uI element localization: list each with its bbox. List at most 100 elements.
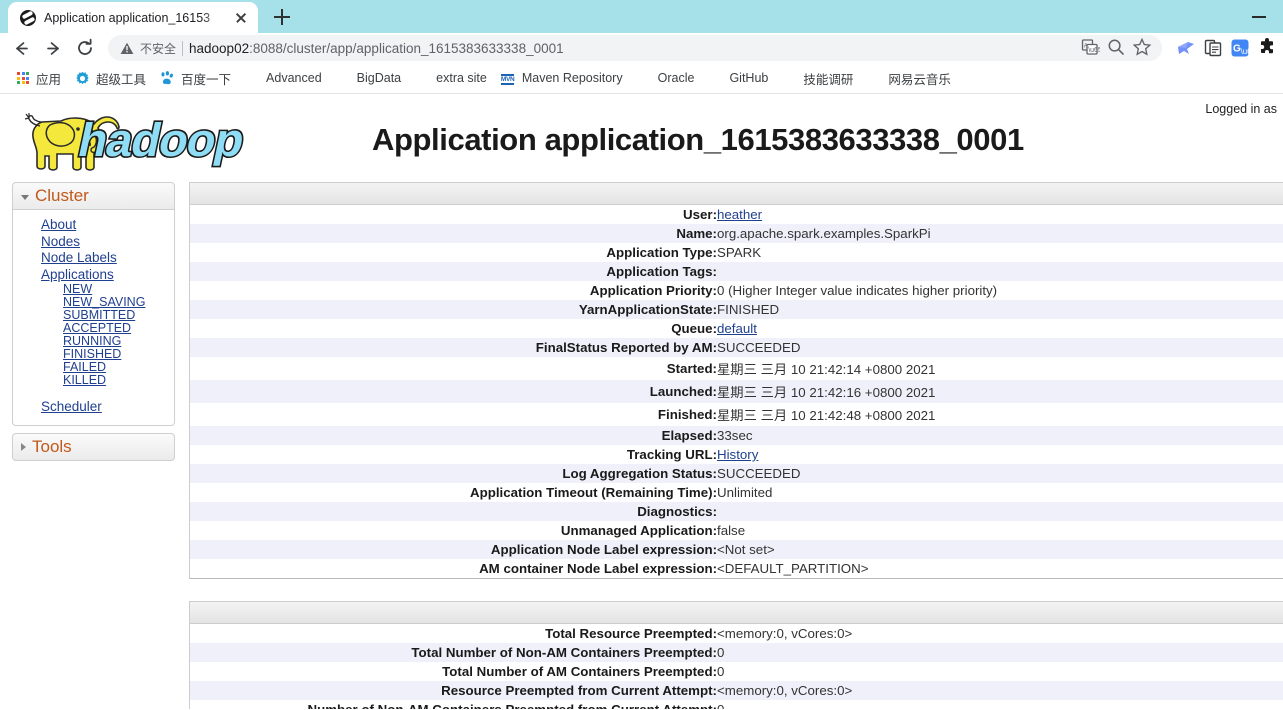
table-row: Total Resource Preempted: <memory:0, vCor…: [190, 624, 1283, 643]
reload-button[interactable]: [70, 34, 100, 62]
minimize-button[interactable]: [1237, 0, 1283, 33]
row-value: <Not set>: [717, 542, 775, 557]
divider: [182, 40, 184, 56]
row-value[interactable]: History: [717, 445, 1283, 464]
row-value[interactable]: default: [717, 319, 1283, 338]
search-icon[interactable]: [1106, 37, 1128, 59]
row-value: 0: [717, 645, 725, 660]
sidebar-item-about[interactable]: About: [13, 217, 174, 234]
table-row: Application Priority: 0 (Higher Integer v…: [190, 281, 1283, 300]
back-button[interactable]: [6, 34, 36, 62]
table-row: Resource Preempted from Current Attempt:…: [190, 681, 1283, 700]
bookmark-star-icon[interactable]: [1132, 37, 1154, 59]
row-label: YarnApplicationState:: [578, 302, 717, 317]
row-label: Number of Non-AM Containers Preempted fr…: [190, 700, 717, 709]
bookmark-apps[interactable]: 应用: [8, 66, 68, 91]
hadoop-logo[interactable]: hadoop: [0, 94, 300, 181]
row-value: SUCCEEDED: [717, 466, 801, 481]
chevron-right-icon: [21, 442, 26, 451]
chevron-down-icon: [21, 194, 29, 200]
forward-button[interactable]: [38, 34, 68, 62]
bookmark-github[interactable]: GitHub: [701, 67, 775, 89]
sidebar-item-killed[interactable]: KILLED: [13, 374, 174, 387]
sidebar-section-cluster[interactable]: Cluster: [12, 182, 175, 210]
table-row: Unmanaged Application: false: [190, 521, 1283, 540]
bookmark-skill-research[interactable]: 技能调研: [775, 66, 860, 91]
row-value: 星期三 三月 10 21:42:14 +0800 2021: [717, 362, 936, 377]
row-label: Resource Preempted from Current Attempt:: [441, 683, 717, 698]
insecure-label: 不安全: [140, 41, 177, 56]
row-label: Elapsed:: [661, 428, 717, 443]
row-label: Launched:: [649, 384, 717, 399]
baidu-paw-icon: [160, 70, 176, 86]
row-label: Log Aggregation Status:: [562, 466, 717, 481]
browser-window: Application application_16153 不安全 hadoop…: [0, 0, 1283, 710]
window-controls: [1237, 0, 1283, 33]
row-value: 33sec: [717, 428, 753, 443]
table-row: Log Aggregation Status: SUCCEEDED: [190, 464, 1283, 483]
sidebar-item-nodes[interactable]: Nodes: [13, 234, 174, 251]
bookmark-label: extra site: [436, 71, 487, 85]
bookmark-baidu[interactable]: 百度一下: [153, 66, 238, 91]
table-row: Application Tags:: [190, 262, 1283, 281]
row-label: Application Priority:: [589, 283, 717, 298]
bookmark-label: Oracle: [657, 71, 695, 85]
tab-strip: Application application_16153: [0, 0, 1283, 33]
extensions-puzzle-icon[interactable]: [1257, 38, 1277, 58]
gear-icon: [75, 70, 91, 86]
oracle-globe-icon: [637, 70, 653, 86]
row-label: Application Tags:: [606, 264, 717, 279]
sidebar-item-node-labels[interactable]: Node Labels: [13, 250, 174, 267]
sidebar-item-scheduler[interactable]: Scheduler: [13, 399, 174, 416]
url-host: hadoop02: [189, 40, 250, 56]
bookmark-bigdata[interactable]: BigData: [329, 67, 408, 89]
copy-extension-icon[interactable]: [1203, 38, 1223, 58]
row-label: Total Resource Preempted:: [545, 626, 717, 641]
row-value: 星期三 三月 10 21:42:16 +0800 2021: [717, 385, 936, 400]
new-tab-button[interactable]: [268, 3, 296, 31]
google-translate-extension-icon[interactable]: G\u6587: [1230, 38, 1266, 58]
sidebar-section-tools[interactable]: Tools: [12, 432, 175, 461]
bookmark-extra-site[interactable]: extra site: [408, 67, 494, 89]
bird-extension-icon[interactable]: [1176, 38, 1196, 58]
address-bar[interactable]: 不安全 hadoop02:8088/cluster/app/applicatio…: [108, 35, 1162, 61]
row-value-link[interactable]: heather: [717, 207, 762, 222]
bookmark-label: 网易云音乐: [888, 72, 951, 87]
table-caption: Application Overview: [190, 183, 1283, 205]
browser-tab[interactable]: Application application_16153: [8, 2, 258, 33]
row-value: false: [717, 523, 746, 538]
row-label: Started:: [666, 361, 717, 376]
sidebar-item-applications[interactable]: Applications: [13, 267, 174, 284]
row-label: Application Timeout (Remaining Time):: [470, 485, 717, 500]
bookmarks-bar: 应用 超级工具 百度一下 Advanced BigData extra site: [0, 63, 1283, 94]
bookmark-super-tools[interactable]: 超级工具: [68, 66, 153, 91]
bookmark-advanced[interactable]: Advanced: [238, 67, 329, 89]
bookmark-maven-repository[interactable]: MVN Maven Repository: [494, 67, 630, 89]
metrics-rows: Total Resource Preempted: <memory:0, vCor…: [190, 624, 1283, 709]
close-icon[interactable]: [232, 9, 250, 27]
table-row: Application Timeout (Remaining Time): Unl…: [190, 483, 1283, 502]
bookmark-label: 技能调研: [803, 72, 854, 87]
row-value-link[interactable]: History: [717, 447, 758, 462]
row-value: <memory:0, vCores:0>: [717, 683, 853, 698]
row-label: Total Number of AM Containers Preempted:: [442, 664, 717, 679]
table-row: Elapsed: 33sec: [190, 426, 1283, 445]
bookmark-label: Advanced: [266, 71, 322, 85]
bookmark-netease-music[interactable]: 网易云音乐: [860, 66, 958, 91]
yarn-resourcemanager-page: Logged in as hadoop Application applicat…: [0, 94, 1283, 709]
table-row: Application Type: SPARK: [190, 243, 1283, 262]
table-row: Name: org.apache.spark.examples.SparkPi: [190, 224, 1283, 243]
page-title: Application application_1615383633338_00…: [372, 122, 1024, 157]
bookmark-oracle[interactable]: Oracle: [630, 67, 702, 89]
row-label: Tracking URL:: [626, 447, 717, 462]
translate-icon[interactable]: \u6587A: [1080, 37, 1110, 59]
row-value[interactable]: heather: [717, 205, 1283, 224]
bookmark-label: 百度一下: [181, 72, 232, 87]
row-value: 0: [717, 664, 725, 679]
extensions-area: G\u6587: [1170, 38, 1277, 58]
row-value-link[interactable]: default: [717, 321, 757, 336]
oracle-globe-icon: [20, 9, 36, 26]
table-row: Finished: 星期三 三月 10 21:42:48 +0800 2021: [190, 403, 1283, 426]
row-label: Name:: [676, 226, 717, 241]
